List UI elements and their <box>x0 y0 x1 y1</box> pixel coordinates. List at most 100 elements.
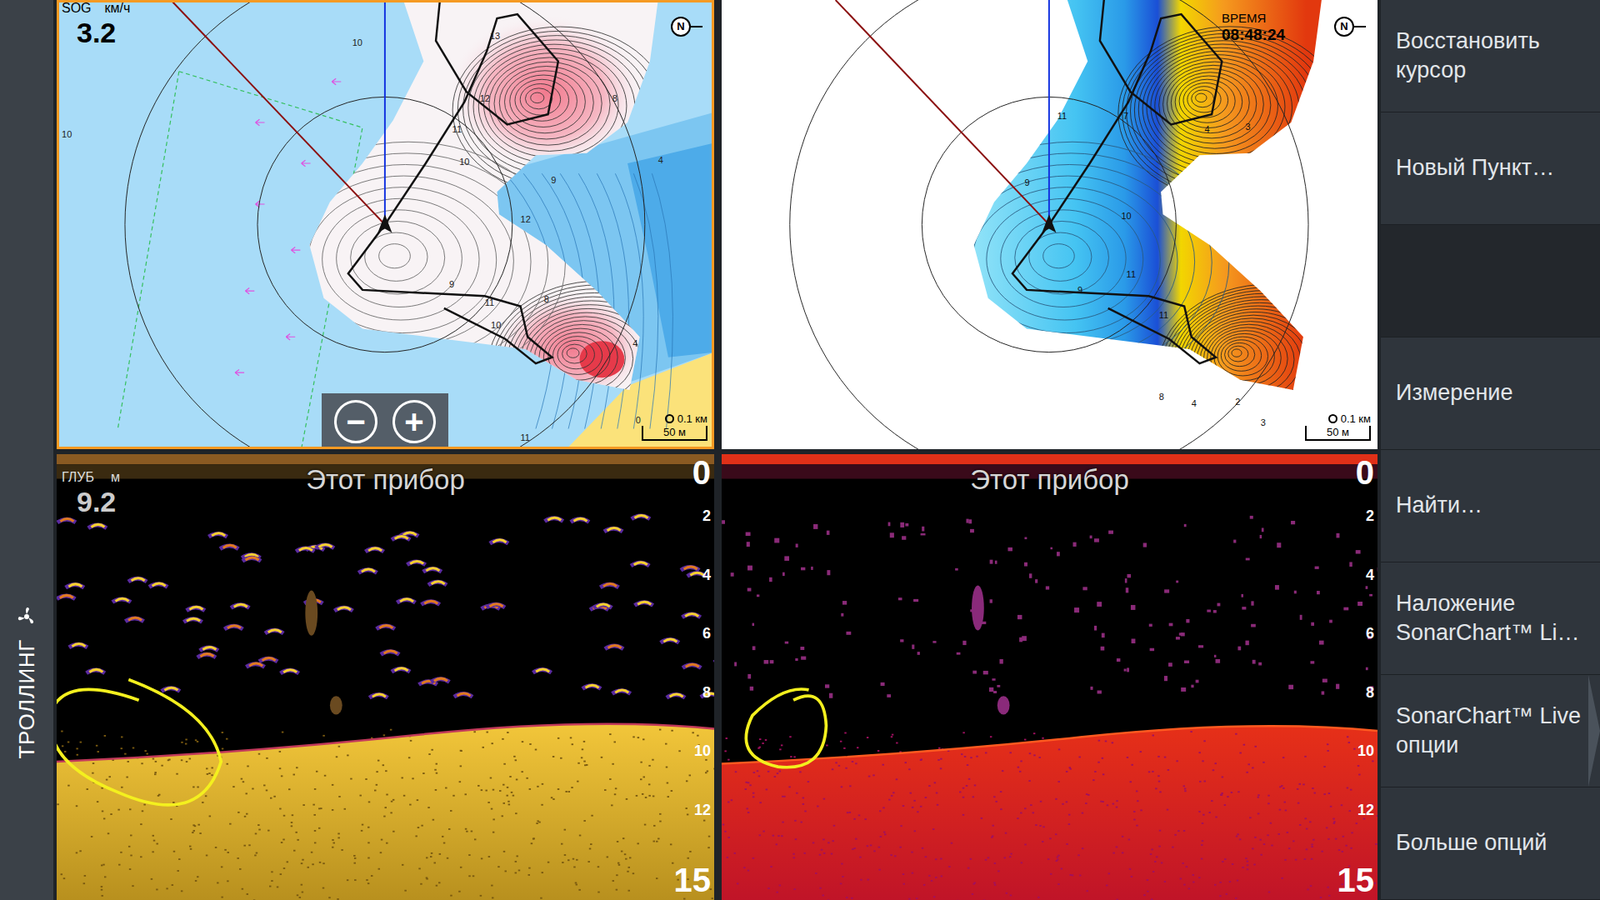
range-ring-icon <box>665 414 675 424</box>
scale-indicator: 0.1 км50 м <box>641 412 708 442</box>
depth-label: 3 <box>1260 417 1266 428</box>
depth-tick: 10 <box>694 743 711 759</box>
current-arrow-icon <box>301 160 311 166</box>
depth-label: 4 <box>1191 398 1197 409</box>
depth-label: 4 <box>658 155 664 165</box>
depth-label: 8 <box>612 93 618 104</box>
map-canvas[interactable]: 91011118494371123 <box>721 0 1378 450</box>
menu-item[interactable]: SonarChart™ Live опции <box>1380 675 1600 788</box>
north-arrow-icon <box>1354 25 1366 28</box>
sonar-panel[interactable]: Этот прибор01524681012 <box>721 454 1378 900</box>
current-arrow-icon <box>331 78 341 85</box>
time-label: ВРЕМЯ <box>1221 11 1285 25</box>
depth-label: 10 <box>61 129 72 140</box>
current-arrow-icon <box>245 287 255 294</box>
time-value: 08:48:24 <box>1221 26 1285 43</box>
depth-label: 2 <box>1235 396 1240 407</box>
menu-item[interactable]: Новый Пункт… <box>1380 112 1600 225</box>
north-label: N <box>1340 18 1348 35</box>
menu-item[interactable]: Измерение <box>1380 337 1600 450</box>
north-arrow-icon <box>690 25 703 28</box>
depth-tick: 2 <box>702 508 711 524</box>
contour-map-panel[interactable]: 91011118494371123ВРЕМЯ08:48:24N0.1 км50 … <box>721 0 1378 450</box>
side-menu: Восстановить курсор Новый Пункт… Измерение… <box>1380 0 1600 900</box>
range-label: 0.1 км <box>677 412 708 426</box>
depth-tick: 2 <box>1365 508 1375 524</box>
menu-label: SonarChart™ Live опции <box>1395 701 1589 760</box>
depth-label: 11 <box>485 297 495 308</box>
current-arrow-icon <box>285 334 295 340</box>
menu-label: Новый Пункт… <box>1395 153 1555 183</box>
map-canvas[interactable]: 101013121110984129111084011 <box>56 0 715 450</box>
depth-label: 8 <box>1159 391 1165 402</box>
depth-tick: 12 <box>1357 802 1375 818</box>
sog-unit: км/ч <box>105 1 131 15</box>
menu-label: Наложение SonarChart™ Li… <box>1395 589 1589 648</box>
menu-item[interactable]: Восстановить курсор <box>1380 0 1600 113</box>
scale-bar: 50 м <box>1305 425 1371 441</box>
sog-readout: SOGкм/ч3.2 <box>61 1 130 47</box>
depth-label: 12 <box>520 214 531 225</box>
scale-label: 50 м <box>1326 425 1350 439</box>
sog-value: 3.2 <box>76 18 130 47</box>
depth-unit: м <box>110 470 120 485</box>
depth-label: 7 <box>1123 110 1129 121</box>
menu-label: Измерение <box>1395 378 1513 408</box>
menu-label: Найти… <box>1395 490 1483 520</box>
menu-item[interactable]: Найти… <box>1380 450 1600 563</box>
depth-label: 9 <box>1077 285 1083 295</box>
zoom-glyph: + <box>404 405 424 439</box>
current-arrow-icon <box>290 246 300 253</box>
zoom-controls: −+ <box>321 393 449 450</box>
menu-item[interactable]: Больше опций <box>1380 787 1600 900</box>
time-readout: ВРЕМЯ08:48:24 <box>1221 11 1285 43</box>
annotation-circle <box>745 689 826 768</box>
depth-label: 11 <box>1057 110 1067 121</box>
scale-label: 50 м <box>663 425 686 439</box>
menu-label: Восстановить курсор <box>1395 26 1589 85</box>
depth-label: ГЛУБ <box>61 470 95 485</box>
scale-bar: 50 м <box>641 425 708 441</box>
sonar-echo <box>56 454 715 900</box>
current-arrow-icon <box>235 369 245 375</box>
depth-label: 11 <box>1159 310 1169 320</box>
range-ring-icon <box>1328 414 1338 424</box>
zoom-out-button[interactable]: − <box>334 400 378 444</box>
depth-label: 0 <box>635 415 641 425</box>
mode-label: ТРОЛЛИНГ <box>10 639 44 759</box>
annotation-circle <box>56 680 221 805</box>
submenu-arrow-icon <box>1588 675 1600 787</box>
menu-label: Больше опций <box>1395 828 1547 858</box>
sonar-panel[interactable]: Этот прибор01524681012ГЛУБм9.2 <box>56 454 715 900</box>
depth-label: 4 <box>632 338 638 349</box>
depth-label: 12 <box>480 93 490 104</box>
depth-tick: 4 <box>1365 567 1375 583</box>
depth-label: 13 <box>490 30 500 41</box>
depth-label: 10 <box>1121 210 1132 221</box>
current-arrow-icon <box>255 200 265 207</box>
depth-scale-bottom: 15 <box>674 863 712 897</box>
boat-icon <box>377 214 392 233</box>
north-indicator: N <box>1334 16 1366 37</box>
chart-panel[interactable]: 101013121110984129111084011SOGкм/ч3.2N0.… <box>56 0 715 450</box>
depth-label: 3 <box>1245 121 1250 132</box>
boat-icon <box>1041 214 1056 233</box>
depth-value: 9.2 <box>76 487 120 516</box>
depth-label: 11 <box>452 124 462 135</box>
depth-scale-top: 0 <box>1355 455 1375 490</box>
mode-bar: ТРОЛЛИНГ <box>0 0 54 900</box>
depth-tick: 8 <box>1365 685 1375 700</box>
current-arrow-icon <box>255 119 265 125</box>
source-label: Этот прибор <box>56 459 715 501</box>
sonar-echo <box>721 454 1378 900</box>
depth-label: 9 <box>550 175 556 185</box>
depth-tick: 6 <box>702 625 711 641</box>
depth-label: 10 <box>459 156 470 167</box>
depth-label: 11 <box>1126 269 1136 280</box>
menu-item[interactable]: Наложение SonarChart™ Li… <box>1380 562 1600 675</box>
depth-label: 10 <box>352 37 363 48</box>
range-label: 0.1 км <box>1340 412 1371 426</box>
zoom-in-button[interactable]: + <box>392 400 436 444</box>
depth-tick: 6 <box>1365 625 1375 641</box>
menu-spacer <box>1380 225 1600 338</box>
